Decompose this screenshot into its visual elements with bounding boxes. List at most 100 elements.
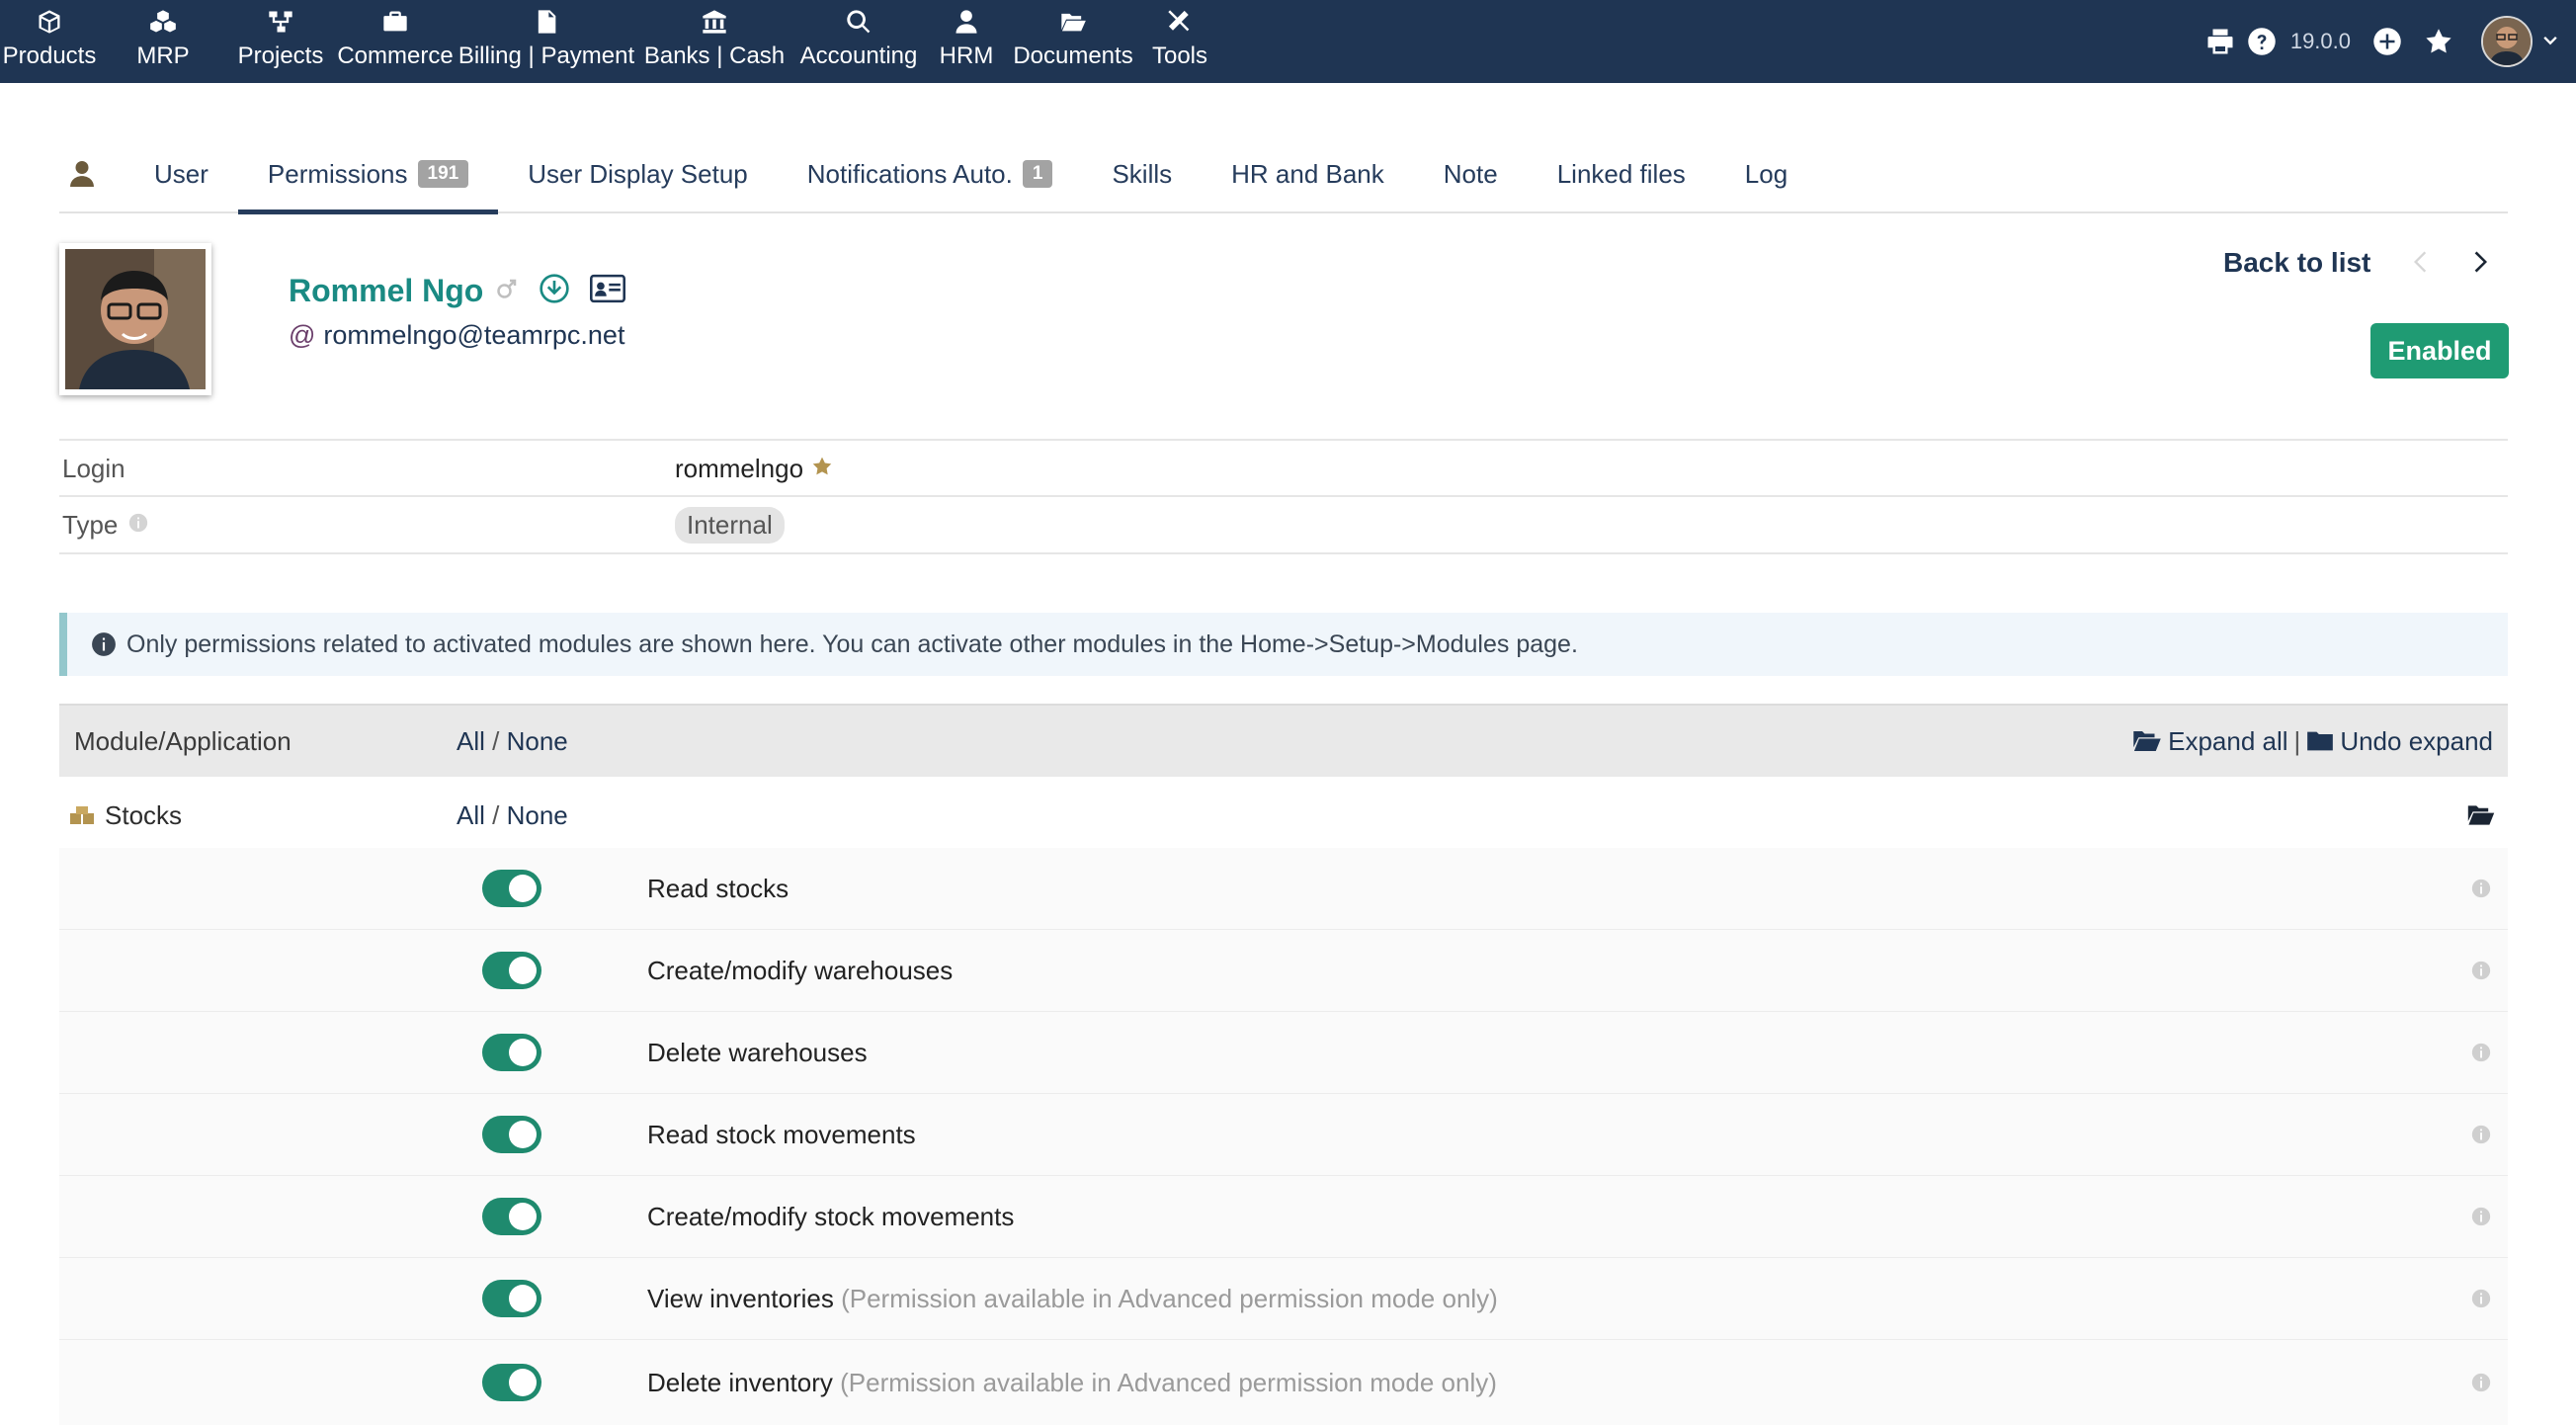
expand-all-link[interactable]: Expand all [2168, 726, 2287, 757]
module-row-stocks: Stocks All / None [59, 783, 2508, 850]
all-none-separator: / [492, 725, 500, 756]
permission-label-wrapper: Read stock movements [647, 1120, 916, 1150]
permission-info-icon[interactable] [2470, 1042, 2492, 1063]
tab-permissions[interactable]: Permissions 191 [237, 136, 499, 214]
tab-linked-files[interactable]: Linked files [1528, 136, 1715, 211]
menu-tools[interactable]: Tools [1138, 0, 1221, 83]
permission-info-icon[interactable] [2470, 1288, 2492, 1309]
permission-info-icon[interactable] [2470, 1372, 2492, 1393]
user-icon [70, 161, 94, 187]
user-email[interactable]: rommelngo@teamrpc.net [323, 320, 624, 351]
permission-row: Create/modify warehouses [59, 930, 2508, 1013]
tab-log[interactable]: Log [1715, 136, 1817, 211]
info-circle-icon [91, 631, 117, 657]
back-to-list-link[interactable]: Back to list [2223, 247, 2370, 279]
tab-skills[interactable]: Skills [1082, 136, 1202, 211]
permission-label-wrapper: Delete inventory (Permission available i… [647, 1368, 1497, 1398]
menu-label: HRM [939, 42, 994, 69]
permission-row: Read stocks [59, 848, 2508, 931]
print-icon[interactable] [2205, 27, 2235, 56]
type-row: Type Internal [59, 495, 2508, 554]
male-gender-icon [495, 277, 519, 305]
tab-user-display-setup[interactable]: User Display Setup [498, 136, 778, 211]
permission-label-wrapper: Read stocks [647, 874, 789, 904]
select-all-link[interactable]: All [457, 726, 485, 756]
menu-mrp[interactable]: MRP [99, 0, 227, 83]
permission-row: Delete inventory (Permission available i… [59, 1340, 2508, 1425]
permission-row: Read stock movements [59, 1094, 2508, 1177]
menu-hrm[interactable]: HRM [925, 0, 1008, 83]
select-all-link[interactable]: All [457, 800, 485, 830]
next-record-icon[interactable] [2466, 247, 2494, 282]
folder-icon [2306, 729, 2334, 753]
module-name: Stocks [105, 799, 183, 830]
user-avatar[interactable] [2481, 16, 2533, 67]
project-diagram-icon [269, 11, 292, 33]
expand-controls: Expand all | Undo expand [2132, 726, 2493, 757]
permission-toggle[interactable] [482, 1364, 541, 1401]
type-value-wrapper: Internal [675, 506, 785, 544]
permission-info-icon[interactable] [2470, 878, 2492, 899]
search-dollar-icon [847, 10, 871, 34]
permission-row: Create/modify stock movements [59, 1176, 2508, 1259]
top-right-tools: 19.0.0 [2205, 0, 2576, 83]
tab-note[interactable]: Note [1414, 136, 1528, 211]
menu-accounting[interactable]: Accounting [792, 0, 925, 83]
folder-open-icon [2132, 728, 2162, 754]
permission-label-wrapper: Create/modify stock movements [647, 1202, 1014, 1232]
user-email-row: @ rommelngo@teamrpc.net [289, 320, 624, 351]
permission-label-wrapper: Delete warehouses [647, 1038, 868, 1068]
permission-toggle[interactable] [482, 952, 541, 989]
undo-expand-link[interactable]: Undo expand [2340, 726, 2493, 757]
user-name-row: Rommel Ngo [289, 273, 626, 309]
type-label: Type [62, 509, 119, 540]
tab-user-icon[interactable] [59, 136, 125, 211]
permission-toggle[interactable] [482, 1116, 541, 1153]
tab-user[interactable]: User [125, 136, 238, 211]
select-none-link[interactable]: None [507, 726, 568, 756]
top-menu: Products MRP Projects Commerce Billing |… [0, 0, 1221, 83]
tab-notifications-auto[interactable]: Notifications Auto. 1 [778, 136, 1083, 211]
permission-info-icon[interactable] [2470, 960, 2492, 981]
tab-label: HR and Bank [1231, 158, 1384, 189]
permission-note: (Permission available in Advanced permis… [841, 1283, 1498, 1313]
menu-billing-payment[interactable]: Billing | Payment [457, 0, 636, 83]
menu-documents[interactable]: Documents [1008, 0, 1138, 83]
tab-hr-and-bank[interactable]: HR and Bank [1202, 136, 1414, 211]
id-card-icon[interactable] [590, 274, 626, 308]
bookmark-star-icon[interactable] [2424, 27, 2453, 56]
permission-info-icon[interactable] [2470, 1206, 2492, 1227]
type-value: Internal [675, 506, 785, 544]
previous-record-icon[interactable] [2407, 247, 2435, 282]
permission-toggle[interactable] [482, 870, 541, 907]
select-none-link[interactable]: None [507, 800, 568, 830]
all-none-module: All / None [457, 800, 568, 831]
permission-toggle[interactable] [482, 1198, 541, 1235]
bank-icon [703, 10, 726, 34]
permission-toggle[interactable] [482, 1034, 541, 1071]
menu-label: MRP [136, 42, 190, 69]
help-icon[interactable] [2247, 27, 2277, 56]
permission-info-icon[interactable] [2470, 1124, 2492, 1145]
add-icon[interactable] [2372, 27, 2402, 56]
cube-icon [39, 10, 60, 34]
permission-toggle[interactable] [482, 1280, 541, 1317]
type-label-wrapper: Type [62, 510, 149, 541]
menu-products[interactable]: Products [0, 0, 99, 83]
user-tie-icon [956, 10, 977, 34]
tab-count-badge: 191 [417, 160, 469, 188]
user-photo[interactable] [59, 243, 211, 395]
menu-banks-cash[interactable]: Banks | Cash [636, 0, 792, 83]
menu-projects[interactable]: Projects [227, 0, 334, 83]
menu-label: Banks | Cash [643, 42, 786, 69]
menu-label: Commerce [337, 42, 454, 69]
menu-commerce[interactable]: Commerce [334, 0, 457, 83]
tab-bar: User Permissions 191 User Display Setup N… [59, 136, 2508, 214]
info-icon[interactable] [127, 510, 149, 541]
module-folder-open-icon[interactable] [2466, 803, 2496, 827]
boxes-icon [69, 805, 95, 825]
chevron-down-icon[interactable] [2540, 32, 2560, 51]
download-vcard-icon[interactable] [539, 273, 570, 309]
version-label: 19.0.0 [2289, 29, 2351, 53]
login-label: Login [62, 453, 125, 483]
